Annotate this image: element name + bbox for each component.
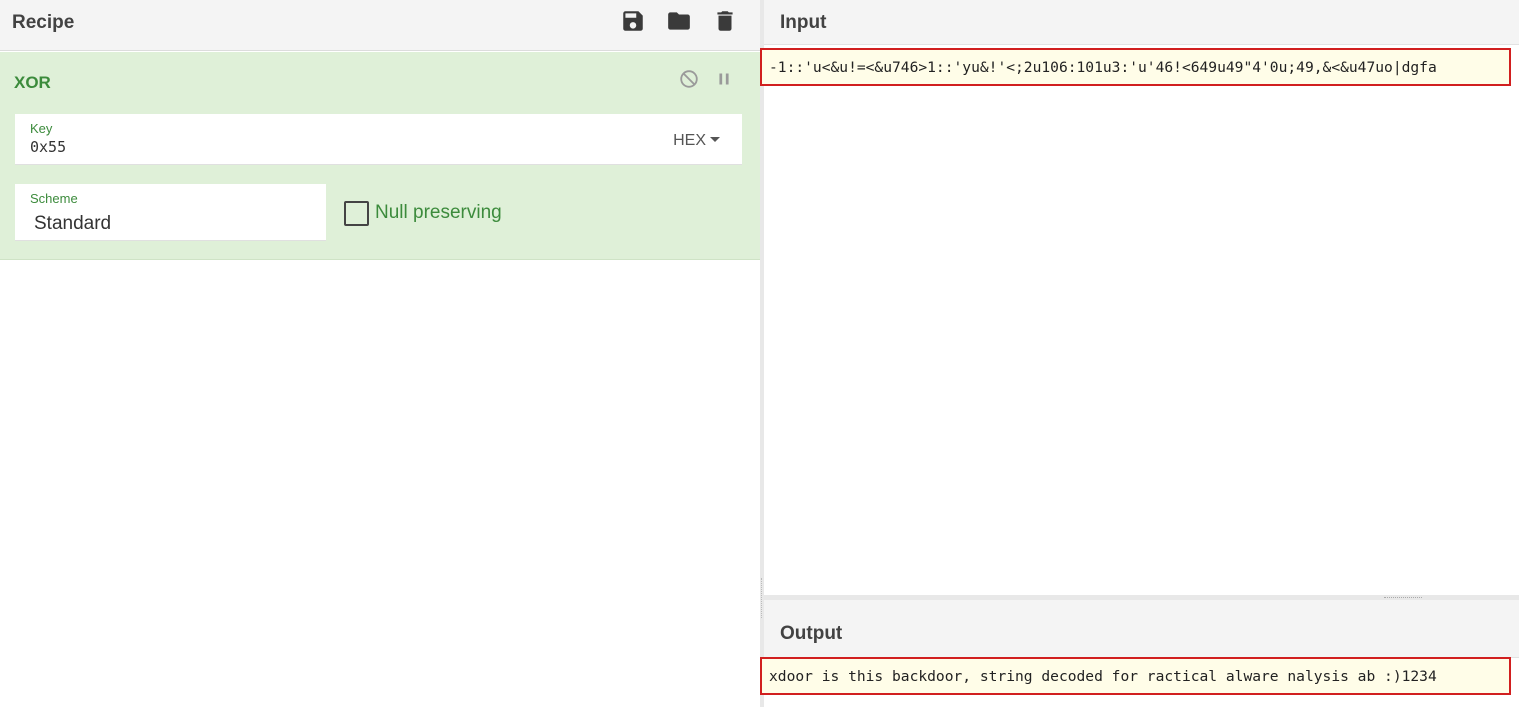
scheme-select[interactable]: Scheme Standard xyxy=(15,184,326,241)
input-textarea[interactable]: -1::'u<&u!=<&u746>1::'yu&!'<;2u106:101u3… xyxy=(760,48,1511,86)
input-title: Input xyxy=(780,12,827,33)
scheme-value: Standard xyxy=(34,213,112,234)
cyberchef-app: Recipe XOR Key 0x55 HEX Scheme Standard … xyxy=(0,0,1519,707)
caret-down-icon xyxy=(710,137,720,142)
null-preserving-label[interactable]: Null preserving xyxy=(375,202,502,224)
output-header: Output xyxy=(764,600,1519,658)
output-title: Output xyxy=(780,623,843,644)
null-preserving-checkbox[interactable] xyxy=(344,201,369,226)
recipe-panel: Recipe XOR Key 0x55 HEX Scheme Standard … xyxy=(0,0,760,707)
key-type-dropdown[interactable]: HEX xyxy=(673,132,720,150)
key-input[interactable]: 0x55 xyxy=(30,138,66,156)
key-type-label: HEX xyxy=(673,132,706,149)
disable-icon[interactable] xyxy=(678,68,700,90)
key-label: Key xyxy=(30,121,53,136)
input-panel: Input -1::'u<&u!=<&u746>1::'yu&!'<;2u106… xyxy=(760,0,1519,595)
output-textarea[interactable]: xdoor is this backdoor, string decoded f… xyxy=(760,657,1511,695)
save-icon[interactable] xyxy=(620,8,646,34)
operation-name: XOR xyxy=(14,73,51,92)
trash-icon[interactable] xyxy=(712,8,738,34)
divider-grip[interactable] xyxy=(761,578,763,618)
output-panel: Output xdoor is this backdoor, string de… xyxy=(760,600,1519,707)
divider-h-grip[interactable] xyxy=(1384,597,1422,598)
folder-icon[interactable] xyxy=(666,8,692,34)
recipe-header: Recipe xyxy=(0,0,760,51)
recipe-title: Recipe xyxy=(12,12,75,33)
input-header: Input xyxy=(764,0,1519,45)
key-field[interactable]: Key 0x55 HEX xyxy=(15,114,742,165)
pause-icon[interactable] xyxy=(713,68,735,90)
scheme-label: Scheme xyxy=(30,191,78,206)
xor-operation: XOR Key 0x55 HEX Scheme Standard Null pr… xyxy=(0,52,760,260)
